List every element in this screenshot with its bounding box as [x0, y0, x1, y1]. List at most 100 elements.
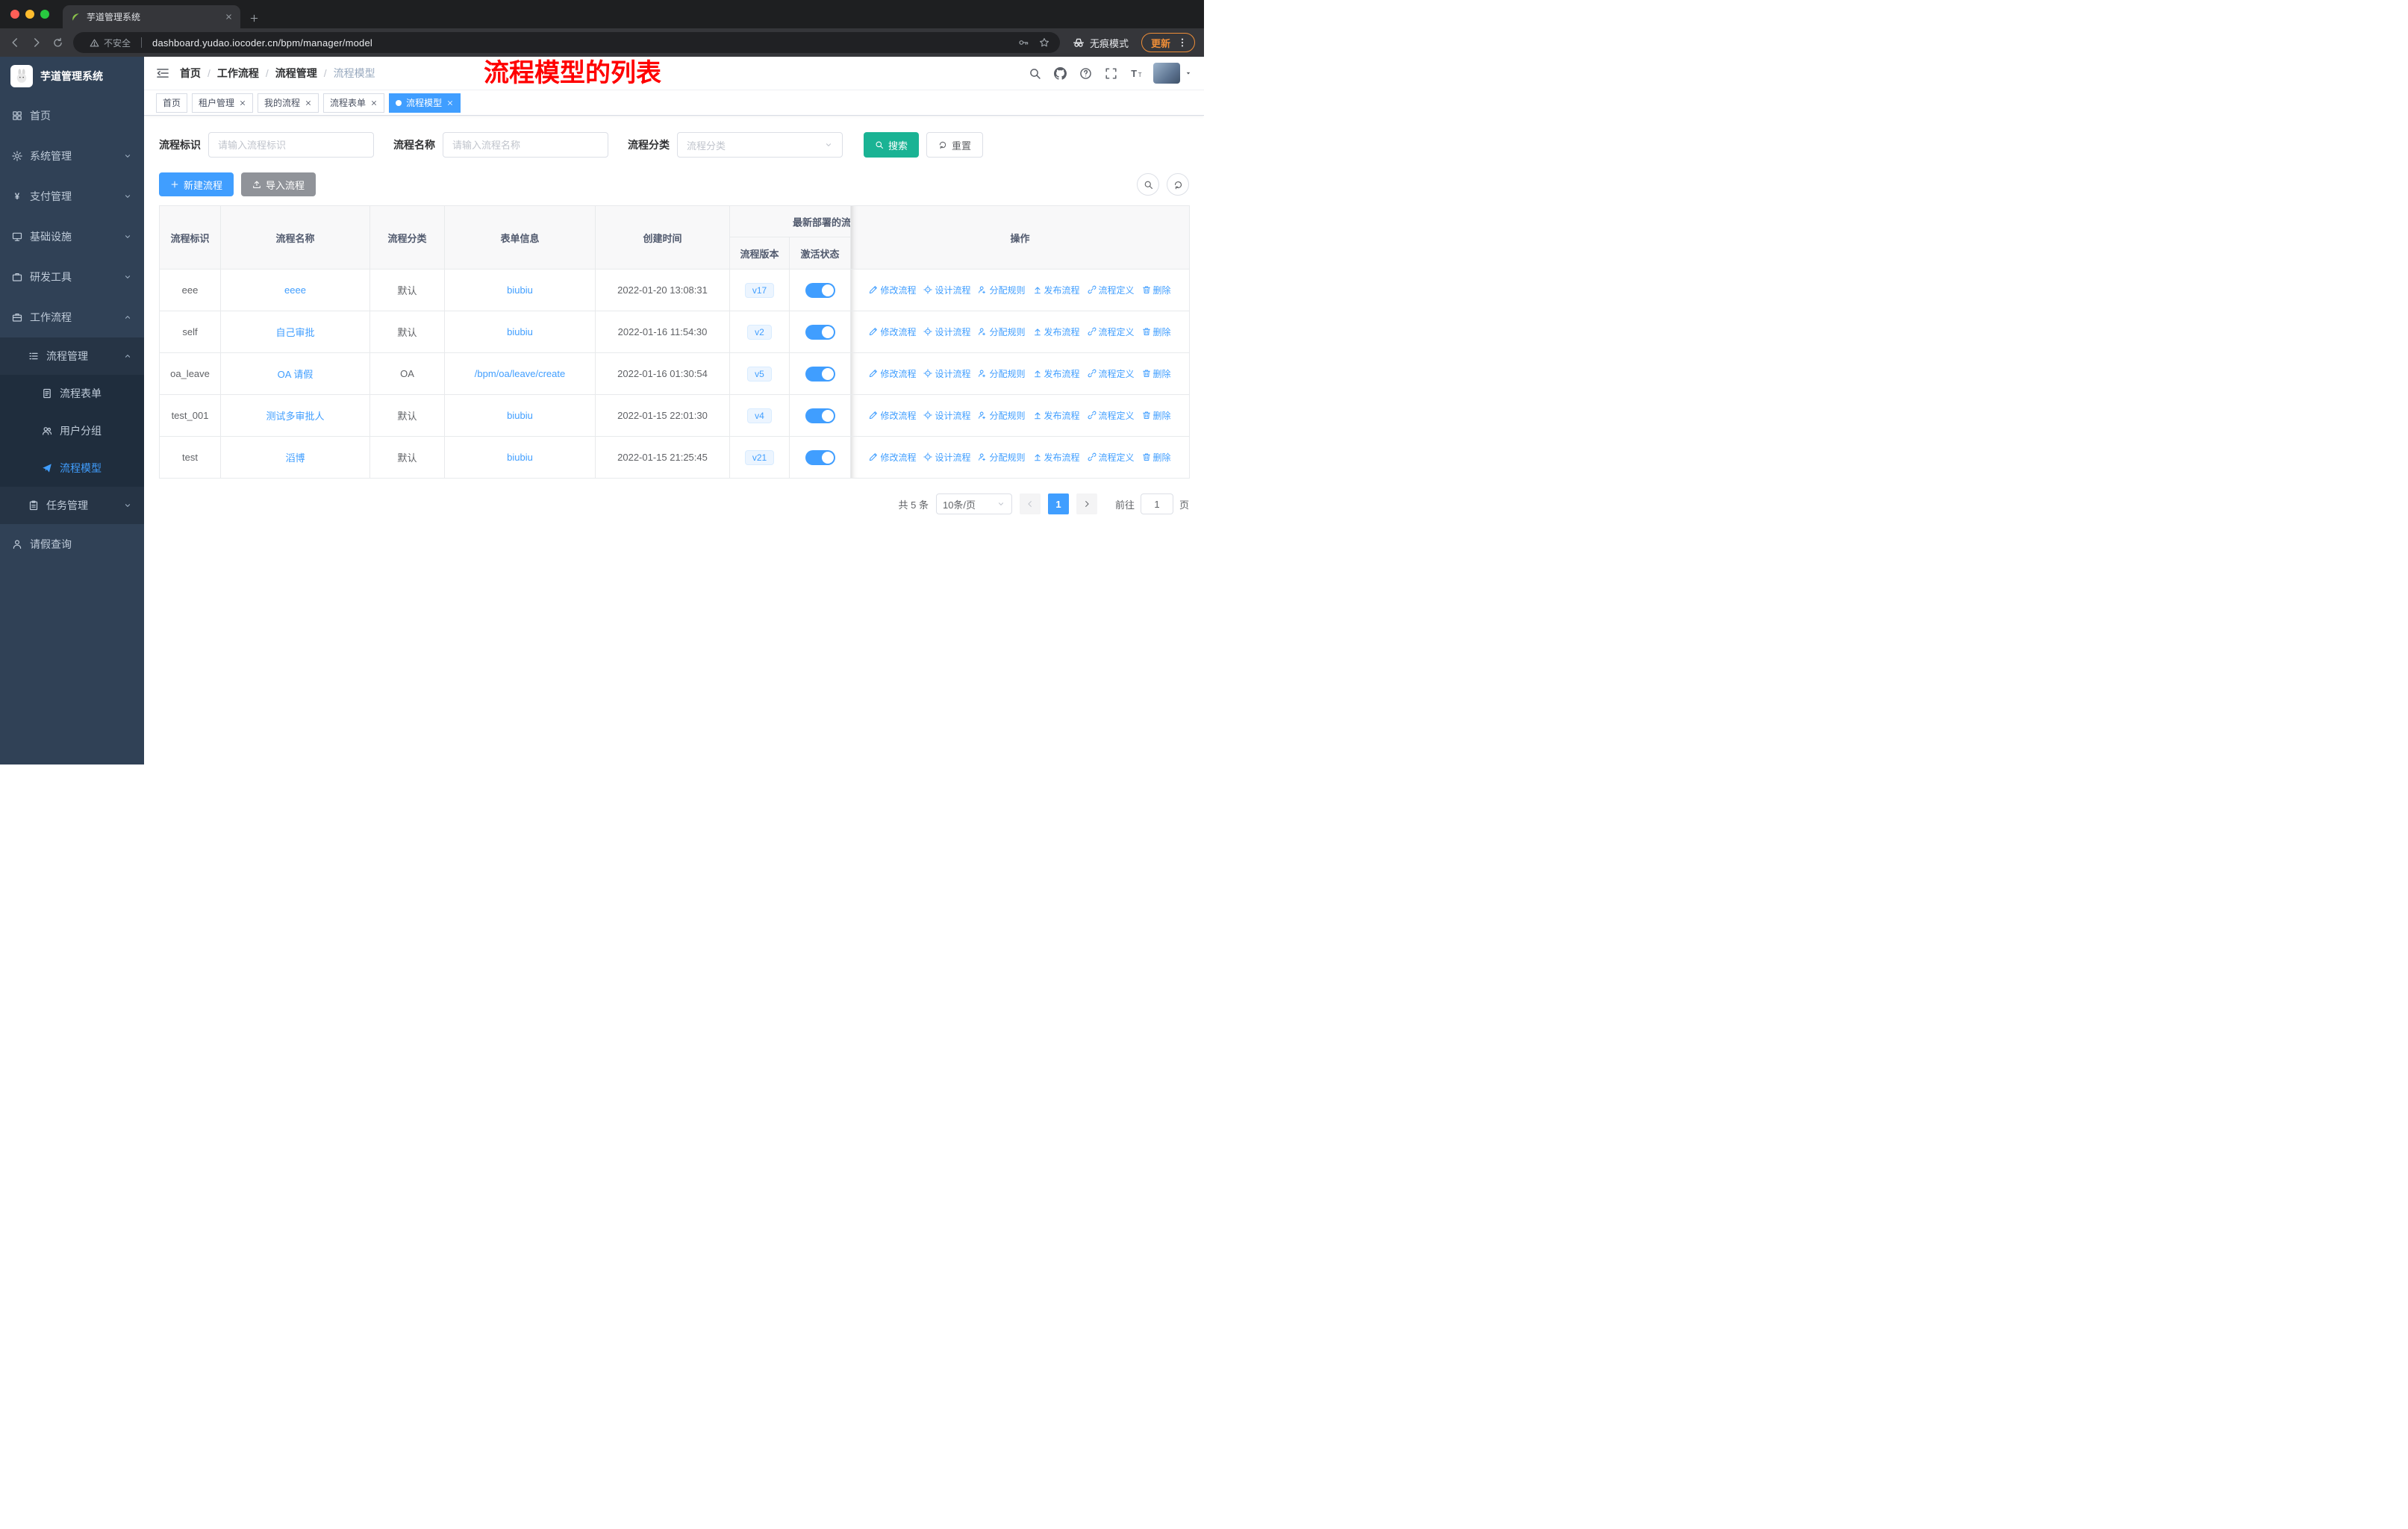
- action-edit-process[interactable]: 修改流程: [869, 326, 916, 338]
- action-edit-process[interactable]: 修改流程: [869, 451, 916, 464]
- form-info-link[interactable]: biubiu: [507, 284, 533, 296]
- tags-view-item[interactable]: 首页: [156, 93, 188, 113]
- close-icon[interactable]: [370, 99, 378, 107]
- security-warning-icon[interactable]: [90, 38, 99, 48]
- search-icon[interactable]: [1029, 67, 1041, 80]
- category-select[interactable]: 流程分类: [677, 132, 843, 158]
- action-assign-rule[interactable]: 分配规则: [978, 326, 1026, 338]
- action-delete[interactable]: 删除: [1142, 451, 1171, 464]
- new-tab-button[interactable]: [249, 13, 259, 23]
- action-process-definition[interactable]: 流程定义: [1088, 326, 1135, 338]
- action-publish-process[interactable]: 发布流程: [1033, 284, 1080, 296]
- create-process-button[interactable]: 新建流程: [159, 172, 234, 196]
- app-logo[interactable]: 芋道管理系统: [0, 57, 144, 96]
- form-info-link[interactable]: biubiu: [507, 410, 533, 421]
- tags-view-item[interactable]: 流程模型: [389, 93, 461, 113]
- tags-view-item[interactable]: 我的流程: [258, 93, 319, 113]
- avatar[interactable]: [1153, 63, 1180, 84]
- close-icon[interactable]: [446, 99, 454, 107]
- action-edit-process[interactable]: 修改流程: [869, 367, 916, 380]
- tags-view-item[interactable]: 流程表单: [323, 93, 385, 113]
- active-toggle[interactable]: [805, 449, 835, 465]
- process-name-input[interactable]: [443, 132, 608, 158]
- action-assign-rule[interactable]: 分配规则: [978, 367, 1026, 380]
- browser-back-icon[interactable]: [9, 37, 21, 49]
- sidebar-item-process-model[interactable]: 流程模型: [0, 449, 144, 487]
- tags-view-item[interactable]: 租户管理: [192, 93, 254, 113]
- action-design-process[interactable]: 设计流程: [923, 409, 970, 422]
- action-delete[interactable]: 删除: [1142, 409, 1171, 422]
- browser-menu-icon[interactable]: [1177, 37, 1188, 48]
- process-name-link[interactable]: OA 请假: [278, 369, 314, 380]
- form-info-link[interactable]: biubiu: [507, 452, 533, 463]
- action-delete[interactable]: 删除: [1142, 367, 1171, 380]
- active-toggle[interactable]: [805, 324, 835, 340]
- password-key-icon[interactable]: [1018, 37, 1029, 48]
- page-1-button[interactable]: 1: [1047, 493, 1069, 514]
- sidebar-item-payment-mgmt[interactable]: ¥ 支付管理: [0, 176, 144, 217]
- action-publish-process[interactable]: 发布流程: [1033, 451, 1080, 464]
- breadcrumb-item[interactable]: 流程管理: [275, 66, 317, 81]
- github-icon[interactable]: [1054, 66, 1067, 80]
- prev-page-button[interactable]: [1019, 493, 1041, 514]
- chrome-update-button[interactable]: 更新: [1141, 33, 1195, 52]
- action-process-definition[interactable]: 流程定义: [1088, 451, 1135, 464]
- page-size-select[interactable]: 10条/页: [935, 493, 1012, 514]
- import-process-button[interactable]: 导入流程: [241, 172, 316, 196]
- action-design-process[interactable]: 设计流程: [923, 326, 970, 338]
- process-name-link[interactable]: 自己审批: [275, 327, 314, 338]
- bookmark-star-icon[interactable]: [1039, 37, 1049, 48]
- sidebar-item-infrastructure[interactable]: 基础设施: [0, 217, 144, 257]
- user-menu[interactable]: [1153, 63, 1192, 84]
- sidebar-item-home[interactable]: 首页: [0, 96, 144, 136]
- action-delete[interactable]: 删除: [1142, 284, 1171, 296]
- process-name-link[interactable]: eeee: [284, 284, 306, 296]
- process-name-link[interactable]: 滔博: [285, 452, 305, 464]
- action-assign-rule[interactable]: 分配规则: [978, 451, 1026, 464]
- action-process-definition[interactable]: 流程定义: [1088, 367, 1135, 380]
- action-edit-process[interactable]: 修改流程: [869, 409, 916, 422]
- sidebar-item-process-form[interactable]: 流程表单: [0, 375, 144, 412]
- fullscreen-icon[interactable]: [1105, 67, 1117, 80]
- form-info-link[interactable]: /bpm/oa/leave/create: [475, 368, 565, 379]
- close-window-button[interactable]: [10, 10, 19, 19]
- maximize-window-button[interactable]: [40, 10, 49, 19]
- form-info-link[interactable]: biubiu: [507, 326, 533, 337]
- goto-page-input[interactable]: [1140, 493, 1173, 514]
- breadcrumb-item[interactable]: 首页: [180, 66, 201, 81]
- sidebar-item-task-mgmt[interactable]: 任务管理: [0, 487, 144, 524]
- action-process-definition[interactable]: 流程定义: [1088, 409, 1135, 422]
- action-design-process[interactable]: 设计流程: [923, 284, 970, 296]
- browser-reload-icon[interactable]: [52, 37, 63, 49]
- tab-close-icon[interactable]: [225, 13, 233, 21]
- close-icon[interactable]: [239, 99, 246, 107]
- sidebar-item-workflow[interactable]: 工作流程: [0, 297, 144, 337]
- sidebar-collapse-icon[interactable]: [156, 66, 169, 80]
- action-assign-rule[interactable]: 分配规则: [978, 409, 1026, 422]
- sidebar-item-leave-query[interactable]: 请假查询: [0, 524, 144, 564]
- breadcrumb-item[interactable]: 工作流程: [217, 66, 259, 81]
- next-page-button[interactable]: [1076, 493, 1097, 514]
- action-publish-process[interactable]: 发布流程: [1033, 409, 1080, 422]
- question-icon[interactable]: [1079, 67, 1092, 80]
- sidebar-item-system-mgmt[interactable]: 系统管理: [0, 136, 144, 176]
- toggle-search-button[interactable]: [1137, 173, 1159, 196]
- sidebar-item-process-mgmt[interactable]: 流程管理: [0, 337, 144, 375]
- process-id-input[interactable]: [208, 132, 374, 158]
- active-toggle[interactable]: [805, 366, 835, 382]
- refresh-table-button[interactable]: [1167, 173, 1189, 196]
- browser-tab[interactable]: 芋道管理系统: [63, 5, 240, 28]
- sidebar-item-dev-tools[interactable]: 研发工具: [0, 257, 144, 297]
- reset-button[interactable]: 重置: [926, 132, 984, 158]
- process-name-link[interactable]: 测试多审批人: [266, 411, 324, 422]
- active-toggle[interactable]: [805, 408, 835, 423]
- action-publish-process[interactable]: 发布流程: [1033, 367, 1080, 380]
- close-icon[interactable]: [305, 99, 312, 107]
- font-size-icon[interactable]: TT: [1130, 67, 1143, 80]
- sidebar-item-user-group[interactable]: 用户分组: [0, 412, 144, 449]
- address-bar[interactable]: 不安全 dashboard.yudao.iocoder.cn/bpm/manag…: [73, 32, 1060, 53]
- active-toggle[interactable]: [805, 282, 835, 298]
- action-delete[interactable]: 删除: [1142, 326, 1171, 338]
- action-design-process[interactable]: 设计流程: [923, 367, 970, 380]
- action-design-process[interactable]: 设计流程: [923, 451, 970, 464]
